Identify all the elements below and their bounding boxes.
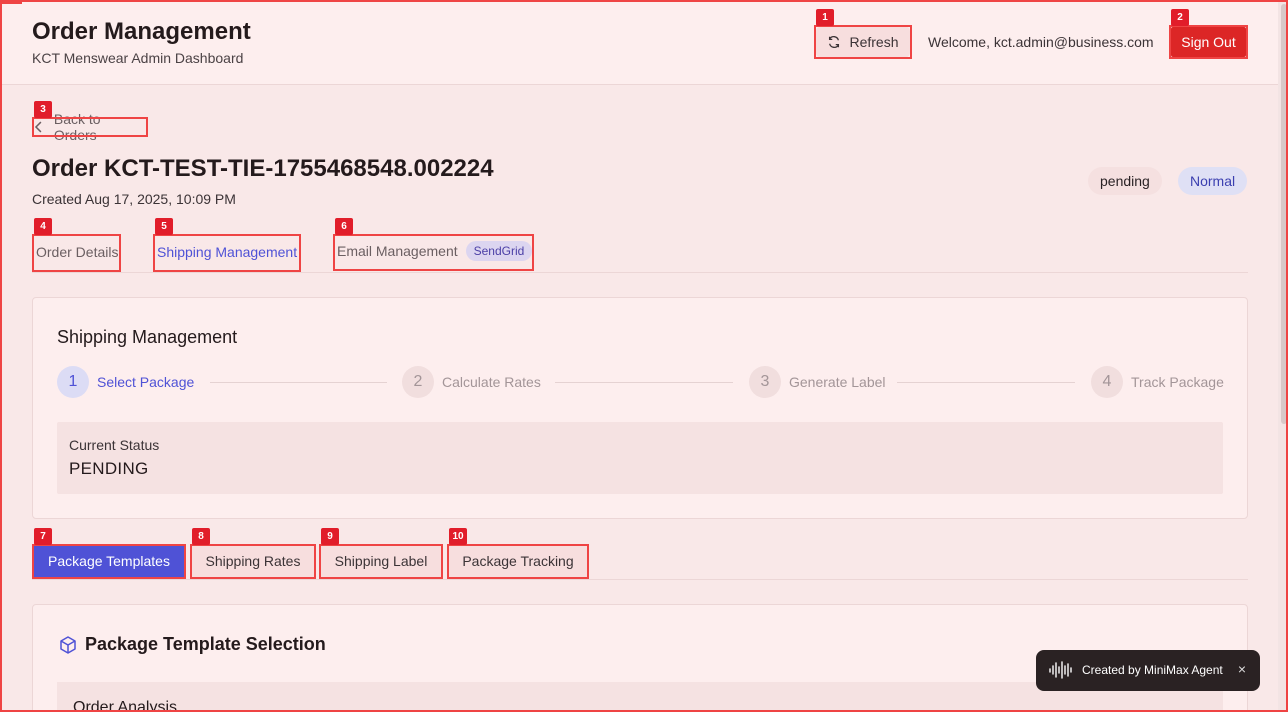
subtab-package-templates[interactable]: Package Templates [34, 545, 184, 577]
step-number: 3 [749, 366, 781, 398]
close-icon[interactable]: × [1234, 661, 1250, 677]
tab-label: Email Management [337, 243, 458, 259]
card-title: Shipping Management [57, 327, 238, 347]
step-label: Generate Label [789, 374, 886, 390]
shipping-management-card: Shipping Management 1 Select Package 2 C… [32, 297, 1248, 519]
step-select-package: 1 Select Package [57, 366, 194, 398]
app-title: Order Management [32, 18, 251, 45]
order-created-date: Created Aug 17, 2025, 10:09 PM [32, 191, 236, 207]
step-label: Select Package [97, 374, 195, 390]
waveform-icon [1049, 661, 1072, 679]
app-header: Order Management KCT Menswear Admin Dash… [0, 0, 1288, 85]
step-number: 2 [402, 366, 434, 398]
back-label: Back to Orders [53, 111, 101, 143]
order-analysis-title: Order Analysis [73, 699, 178, 712]
order-title: Order KCT-TEST-TIE-1755468548.002224 [32, 155, 494, 182]
refresh-label: Refresh [849, 34, 899, 50]
minimax-toast: Created by MiniMax Agent × [1036, 650, 1260, 691]
step-label: Calculate Rates [442, 374, 541, 390]
annotation-number: 3 [34, 101, 52, 118]
tab-shipping-management[interactable]: Shipping Management [157, 243, 297, 261]
status-badge: pending [1088, 167, 1162, 195]
priority-badge: Normal [1178, 167, 1248, 195]
current-status-box: Current Status PENDING [57, 422, 1223, 494]
annotation-number: 6 [335, 218, 353, 235]
scrollbar-thumb[interactable] [1281, 4, 1287, 424]
annotation-number: 4 [34, 218, 52, 235]
sendgrid-badge: SendGrid [465, 241, 533, 261]
subtabs-divider [32, 579, 1248, 580]
step-connector [897, 382, 1075, 383]
annotation-number: 8 [192, 528, 210, 545]
package-template-title: Package Template Selection [85, 634, 326, 654]
step-track-package: 4 Track Package [1091, 366, 1224, 398]
refresh-button[interactable]: Refresh [816, 27, 910, 57]
tab-label: Shipping Management [157, 244, 298, 260]
annotation-number: 10 [449, 528, 467, 545]
step-label: Track Package [1131, 374, 1224, 390]
annotation-number: 9 [321, 528, 339, 545]
package-icon [60, 636, 76, 654]
annotation-number: 7 [34, 528, 52, 545]
tab-order-details[interactable]: Order Details [36, 243, 118, 261]
subtab-shipping-label[interactable]: Shipping Label [321, 545, 441, 577]
step-connector [555, 382, 733, 383]
status-value: PENDING [69, 459, 149, 478]
tabs-divider [32, 272, 1248, 273]
back-to-orders-link[interactable]: Back to Orders [34, 111, 146, 143]
tab-email-management[interactable]: Email Management SendGrid [337, 241, 533, 261]
toast-text: Created by MiniMax Agent [1082, 663, 1223, 677]
subtab-shipping-rates[interactable]: Shipping Rates [192, 545, 314, 577]
subtab-package-tracking[interactable]: Package Tracking [449, 545, 587, 577]
welcome-text: Welcome, kct.admin@business.com [928, 34, 1154, 50]
sign-out-button[interactable]: Sign Out [1171, 27, 1246, 57]
step-connector [210, 382, 387, 383]
step-calculate-rates: 2 Calculate Rates [402, 366, 541, 398]
status-label: Current Status [69, 437, 160, 453]
refresh-icon [829, 36, 840, 48]
chevron-left-icon [34, 121, 42, 133]
annotation-number: 5 [155, 218, 173, 235]
corner-marker [0, 0, 22, 4]
app-subtitle: KCT Menswear Admin Dashboard [32, 50, 244, 66]
step-generate-label: 3 Generate Label [749, 366, 886, 398]
step-number: 1 [57, 366, 89, 398]
tab-label: Order Details [36, 244, 119, 260]
step-number: 4 [1091, 366, 1123, 398]
